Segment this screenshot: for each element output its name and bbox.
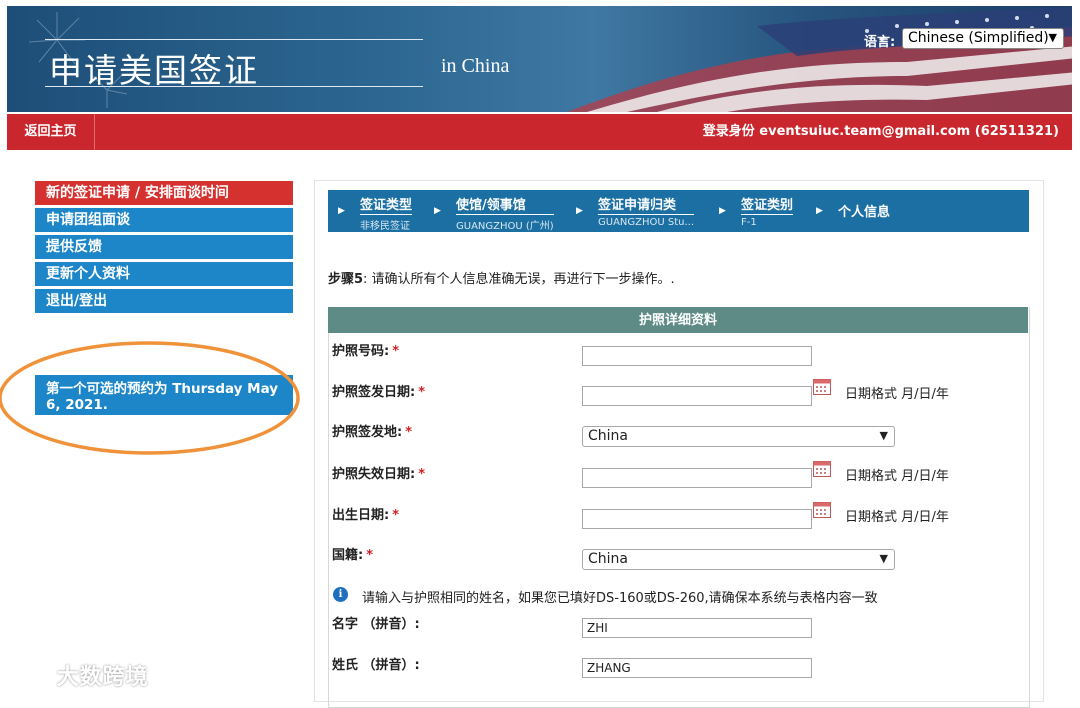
step-name: 签证申请归类 (598, 194, 695, 215)
issue-date-label: 护照签发日期: * (332, 385, 426, 400)
sidebar-item-logout[interactable]: 退出/登出 (35, 289, 293, 313)
calendar-icon[interactable] (813, 379, 831, 395)
progress-steps: ▶ 签证类型 非移民签证 ▶ 使馆/领事馆 GUANGZHOU (广州) ▶ 签… (328, 190, 1029, 232)
language-label: 语言: (864, 35, 896, 50)
required-mark: * (418, 467, 426, 482)
surname-input[interactable]: ZHANG (582, 658, 812, 678)
nationality-label: 国籍: * (332, 548, 374, 563)
issue-place-value: China (588, 428, 628, 444)
nationality-select[interactable]: China ▼ (582, 549, 895, 570)
step-personal-info: ▶ 个人信息 (816, 194, 891, 221)
page-title: 申请美国签证 (49, 51, 259, 90)
step-name: 签证类别 (741, 194, 794, 215)
issue-date-input[interactable] (582, 386, 812, 406)
step-number: 步骤5 (328, 272, 364, 287)
passport-number-input[interactable] (582, 346, 812, 366)
date-format-hint: 日期格式 月/日/年 (845, 387, 949, 402)
us-flag-decoration (567, 6, 1072, 112)
title-rule-bottom (45, 86, 423, 87)
info-icon: i (333, 587, 348, 602)
chevron-down-icon: ▼ (1048, 31, 1057, 44)
sidebar-item-new-application[interactable]: 新的签证申请 / 安排面谈时间 (35, 181, 293, 205)
issue-place-label: 护照签发地: * (332, 425, 413, 440)
sidebar-item-group-interview[interactable]: 申请团组面谈 (35, 208, 293, 232)
step-arrow-icon: ▶ (576, 206, 583, 216)
step-value: 非移民签证 (360, 221, 410, 232)
sidebar-menu: 新的签证申请 / 安排面谈时间 申请团组面谈 提供反馈 更新个人资料 退出/登出 (35, 181, 293, 316)
instruction-text: : 请确认所有个人信息准确无误，再进行下一步操作。. (363, 272, 675, 287)
required-mark: * (418, 385, 426, 400)
nationality-value: China (588, 551, 628, 567)
step-arrow-icon: ▶ (816, 206, 823, 216)
step-value: GUANGZHOU Stu... (598, 217, 695, 228)
watermark: 大数跨境 (8, 659, 149, 691)
step-category: ▶ 签证申请归类 GUANGZHOU Stu... (576, 194, 695, 228)
given-name-input[interactable]: ZHI (582, 618, 812, 638)
watermark-logo-icon (9, 668, 48, 687)
step-value: F-1 (741, 217, 757, 228)
required-mark: * (392, 344, 400, 359)
top-nav-bar: 返回主页 登录身份 eventsuiuc.team@gmail.com (625… (7, 114, 1072, 150)
sidebar-item-feedback[interactable]: 提供反馈 (35, 235, 293, 259)
page-subtitle: in China (441, 55, 510, 77)
step-arrow-icon: ▶ (338, 206, 345, 216)
title-rule-top (45, 39, 423, 40)
sidebar-item-update-profile[interactable]: 更新个人资料 (35, 262, 293, 286)
step-visa-type: ▶ 签证类型 非移民签证 (338, 194, 413, 232)
step-arrow-icon: ▶ (719, 206, 726, 216)
expiry-date-label: 护照失效日期: * (332, 467, 426, 482)
step-visa-class: ▶ 签证类别 F-1 (719, 194, 794, 228)
surname-label: 姓氏 （拼音）: (332, 658, 420, 673)
given-name-label: 名字 （拼音）: (332, 617, 420, 632)
step-name: 签证类型 (360, 194, 413, 215)
step-name: 个人信息 (838, 205, 891, 220)
chevron-down-icon: ▼ (879, 429, 888, 442)
step-value: GUANGZHOU (广州) (456, 221, 554, 232)
passport-number-label: 护照号码: * (332, 344, 400, 359)
highlight-ellipse (0, 341, 300, 455)
required-mark: * (392, 508, 400, 523)
chevron-down-icon: ▼ (879, 552, 888, 565)
step-consulate: ▶ 使馆/领事馆 GUANGZHOU (广州) (434, 194, 554, 232)
date-format-hint: 日期格式 月/日/年 (845, 510, 949, 525)
step-arrow-icon: ▶ (434, 206, 441, 216)
birth-date-input[interactable] (582, 509, 812, 529)
required-mark: * (366, 548, 374, 563)
site-banner: 申请美国签证 in China 语言: Chinese (Simplified)… (7, 6, 1072, 112)
name-note: 请输入与护照相同的姓名，如果您已填好DS-160或DS-260,请确保本系统与表… (362, 591, 878, 606)
watermark-text: 大数跨境 (56, 665, 149, 690)
step-name: 使馆/领事馆 (456, 194, 554, 215)
birth-date-label: 出生日期: * (332, 508, 400, 523)
date-format-hint: 日期格式 月/日/年 (845, 469, 949, 484)
issue-place-select[interactable]: China ▼ (582, 426, 895, 447)
calendar-icon[interactable] (813, 461, 831, 477)
step-instruction: 步骤5: 请确认所有个人信息准确无误，再进行下一步操作。. (328, 268, 675, 287)
home-link[interactable]: 返回主页 (7, 114, 95, 150)
language-select-value: Chinese (Simplified) (908, 30, 1049, 46)
expiry-date-input[interactable] (582, 468, 812, 488)
language-select[interactable]: Chinese (Simplified) ▼ (902, 28, 1064, 49)
calendar-icon[interactable] (813, 502, 831, 518)
section-header: 护照详细资料 (328, 307, 1028, 333)
required-mark: * (405, 425, 413, 440)
login-identity: 登录身份 eventsuiuc.team@gmail.com (62511321… (702, 124, 1059, 139)
